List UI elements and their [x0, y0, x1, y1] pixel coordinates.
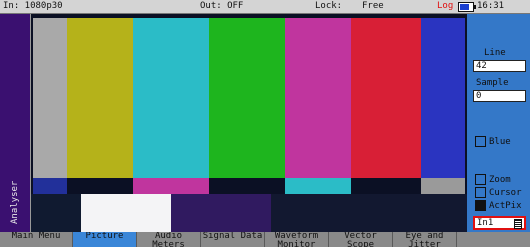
- color-bar-green: [209, 18, 285, 178]
- blue-checkbox[interactable]: [475, 136, 486, 147]
- sample-label: Sample: [476, 78, 509, 88]
- tab-eye-and-jitter[interactable]: Eye and Jitter: [393, 232, 457, 247]
- color-bar-magenta: [285, 18, 351, 178]
- tab-signal-data[interactable]: Signal Data: [201, 232, 265, 247]
- pluge-black: [271, 194, 467, 232]
- dropdown-icon: [514, 219, 522, 229]
- tab-audio-meters[interactable]: Audio Meters: [137, 232, 201, 247]
- log-indicator[interactable]: Log: [437, 1, 453, 11]
- input-format: In: 1080p30: [3, 1, 63, 11]
- tab-picture[interactable]: Picture: [73, 232, 137, 247]
- line-label: Line: [484, 48, 506, 58]
- blue-label: Blue: [489, 137, 511, 147]
- input-select-value: In1: [477, 218, 494, 228]
- cursor-checkbox[interactable]: [475, 187, 486, 198]
- lock-label: Lock:: [315, 1, 343, 11]
- color-bar-red: [351, 18, 421, 178]
- input-select[interactable]: In1: [473, 216, 526, 230]
- color-bar-blue: [421, 18, 465, 178]
- actpix-checkbox[interactable]: [475, 200, 486, 211]
- sidebar-label: Analyser: [10, 180, 20, 224]
- tab-waveform-monitor[interactable]: Waveform Monitor: [265, 232, 329, 247]
- lock-value: Free: [362, 1, 384, 11]
- zoom-label: Zoom: [489, 175, 511, 185]
- pluge-white: [81, 194, 171, 232]
- pluge-dark: [31, 194, 81, 232]
- zoom-checkbox[interactable]: [475, 174, 486, 185]
- color-bar-cyan: [133, 18, 209, 178]
- battery-icon: [458, 2, 476, 12]
- tab-empty: [457, 232, 530, 247]
- sidebar: Analyser: [0, 14, 31, 232]
- color-bar-gray: [33, 18, 67, 178]
- actpix-label: ActPix: [489, 201, 522, 211]
- color-bar-yellow: [67, 18, 133, 178]
- tab-bar: Main Menu Picture Audio Meters Signal Da…: [0, 232, 530, 247]
- output-status: Out: OFF: [200, 1, 244, 11]
- tab-main-menu[interactable]: Main Menu: [0, 232, 73, 247]
- clock: 16:31: [477, 1, 505, 11]
- tab-vector-scope[interactable]: Vector Scope: [329, 232, 393, 247]
- sample-field[interactable]: 0: [473, 90, 526, 102]
- picture-view: [31, 14, 467, 232]
- reverse-bar-blue: [33, 178, 67, 194]
- control-panel: Line 42 Sample 0 Blue Zoom Cursor ActPix…: [467, 14, 530, 232]
- status-bar: In: 1080p30 Out: OFF Lock: Free Log 16:3…: [0, 0, 530, 14]
- reverse-bar-magenta: [133, 178, 209, 194]
- reverse-bar-gray: [421, 178, 465, 194]
- reverse-bar-cyan: [285, 178, 351, 194]
- pluge-purple: [171, 194, 271, 232]
- line-field[interactable]: 42: [473, 60, 526, 72]
- cursor-label: Cursor: [489, 188, 522, 198]
